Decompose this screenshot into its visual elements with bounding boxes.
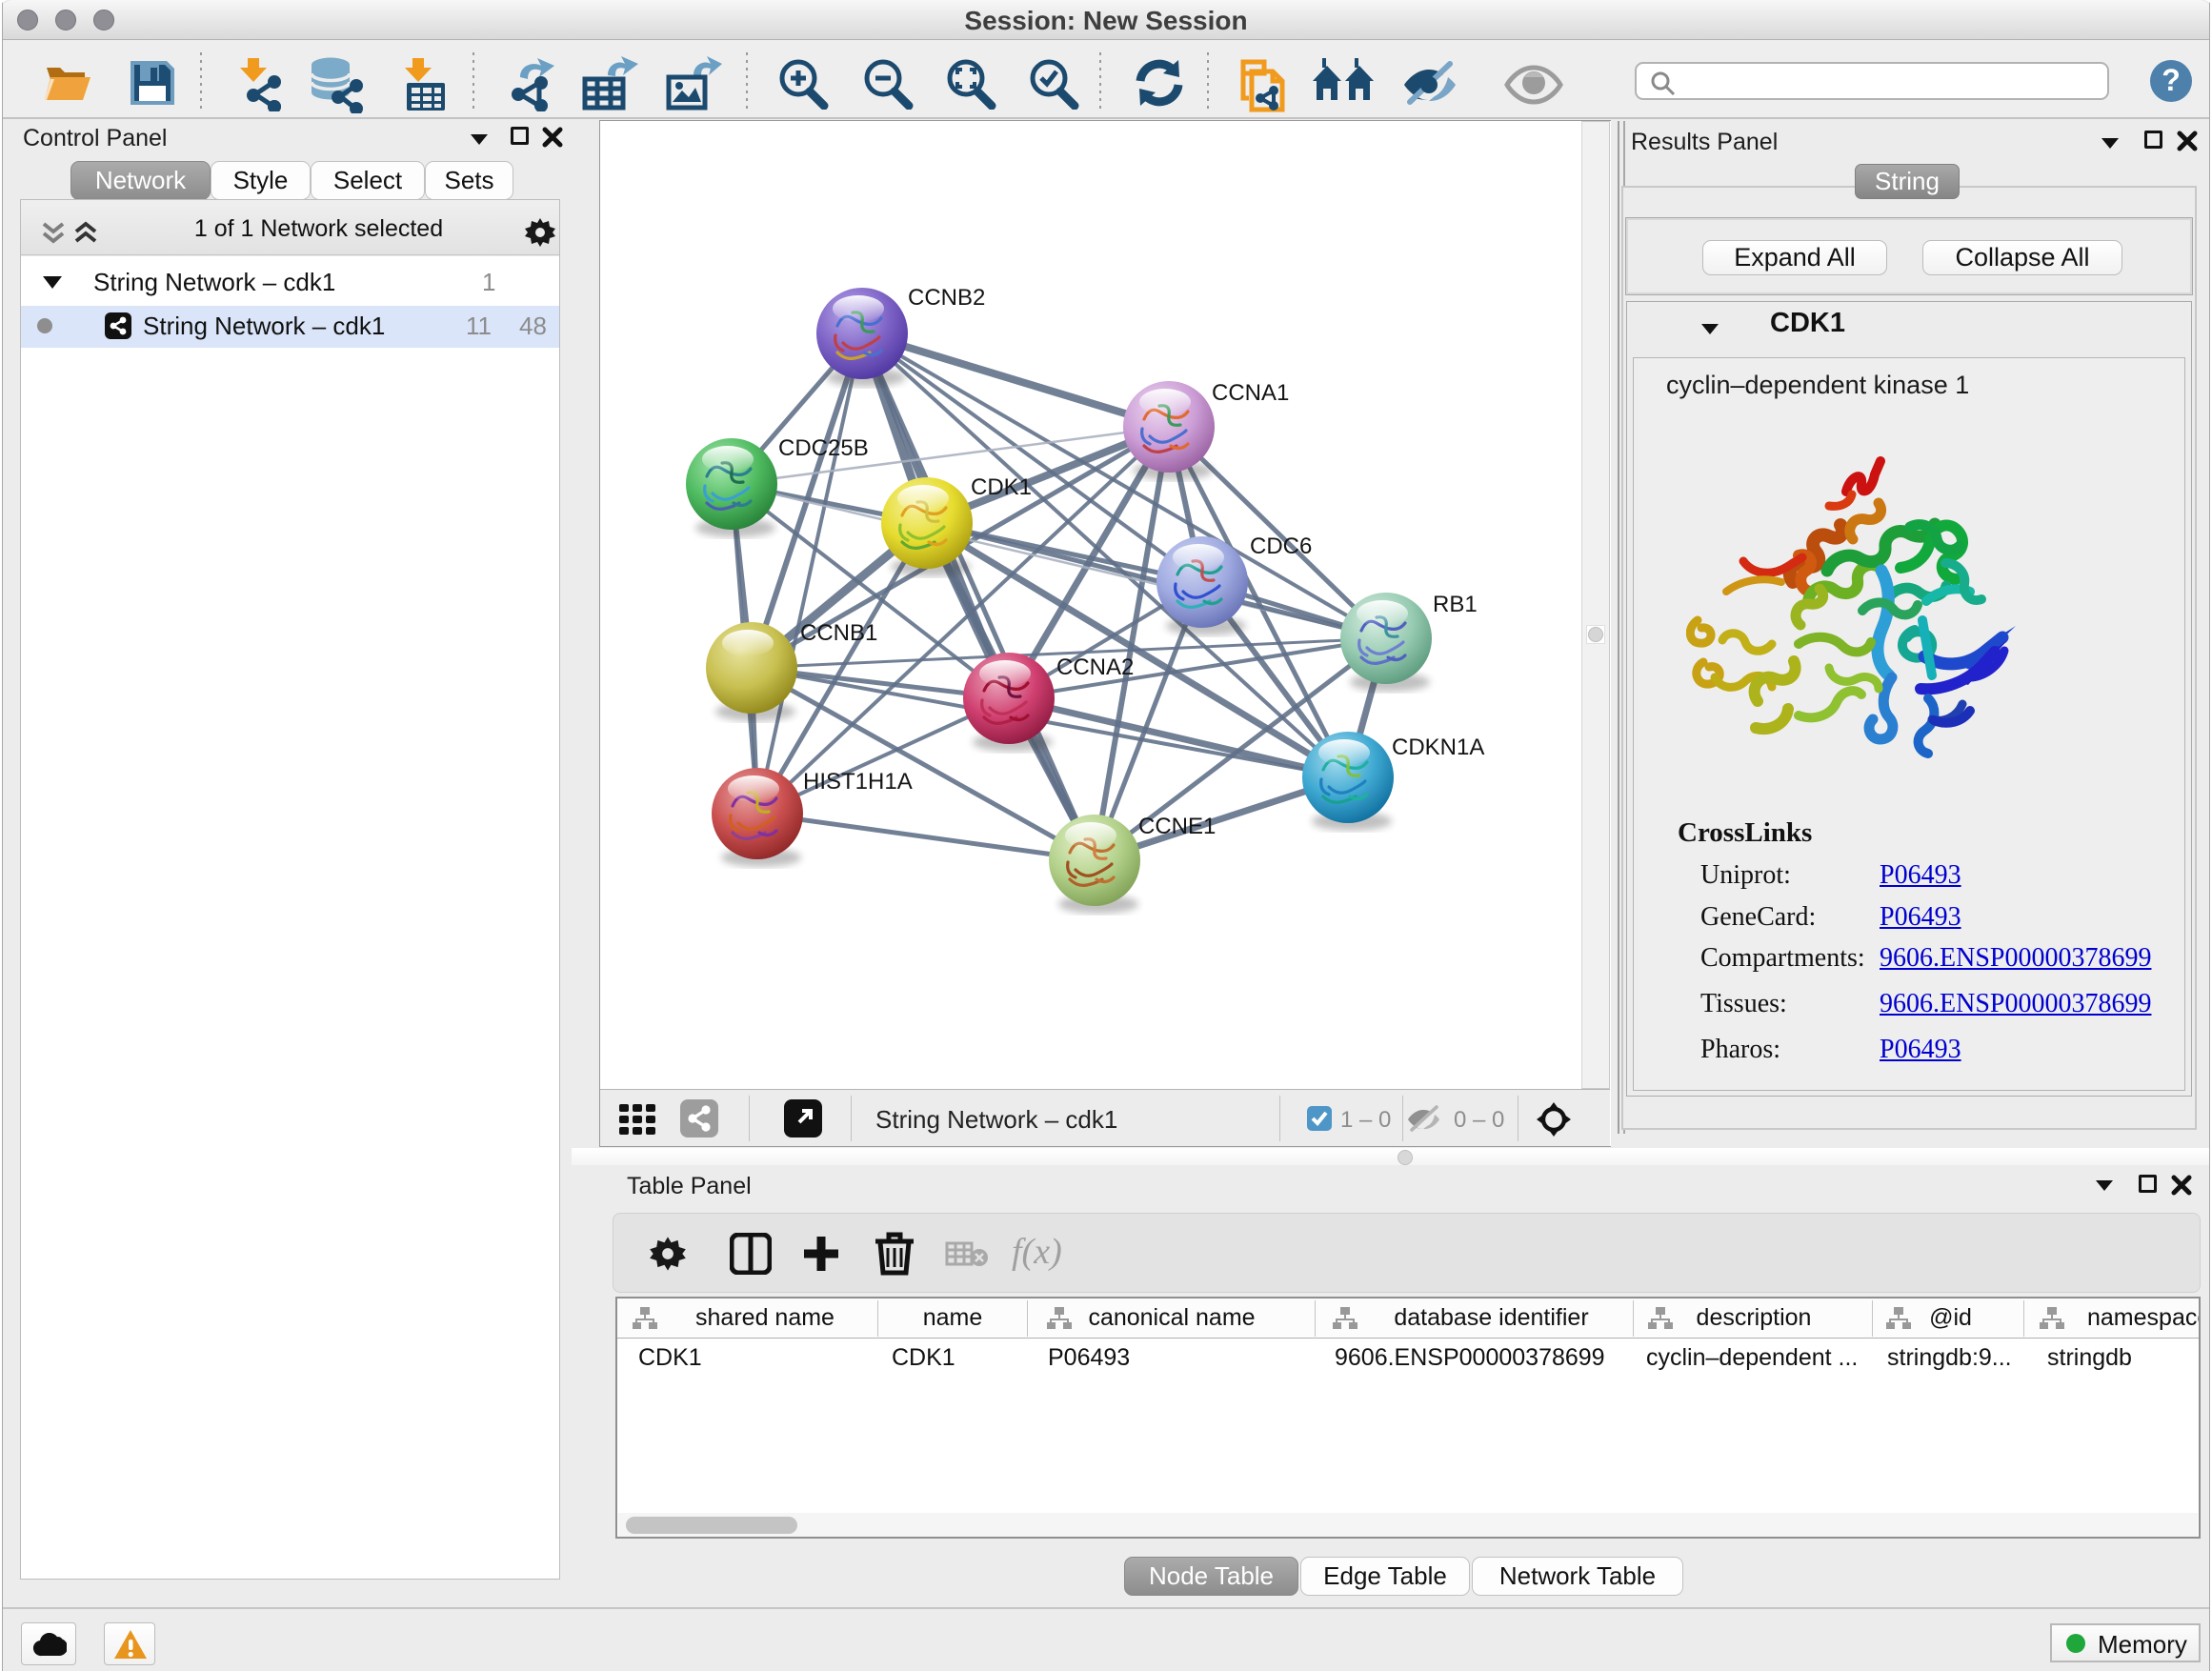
svg-text:CDC6: CDC6 bbox=[1250, 534, 1312, 559]
svg-text:CCNB1: CCNB1 bbox=[800, 620, 877, 646]
svg-text:CDKN1A: CDKN1A bbox=[1392, 735, 1484, 760]
svg-text:CCNB2: CCNB2 bbox=[908, 285, 985, 311]
svg-text:CDK1: CDK1 bbox=[971, 474, 1032, 500]
svg-text:?: ? bbox=[2162, 63, 2181, 97]
svg-text:CDC25B: CDC25B bbox=[778, 435, 869, 461]
svg-text:RB1: RB1 bbox=[1433, 592, 1478, 617]
svg-text:CCNA2: CCNA2 bbox=[1056, 654, 1134, 680]
svg-text:CCNE1: CCNE1 bbox=[1138, 814, 1216, 839]
svg-text:HIST1H1A: HIST1H1A bbox=[803, 769, 913, 795]
svg-text:CCNA1: CCNA1 bbox=[1212, 380, 1289, 406]
